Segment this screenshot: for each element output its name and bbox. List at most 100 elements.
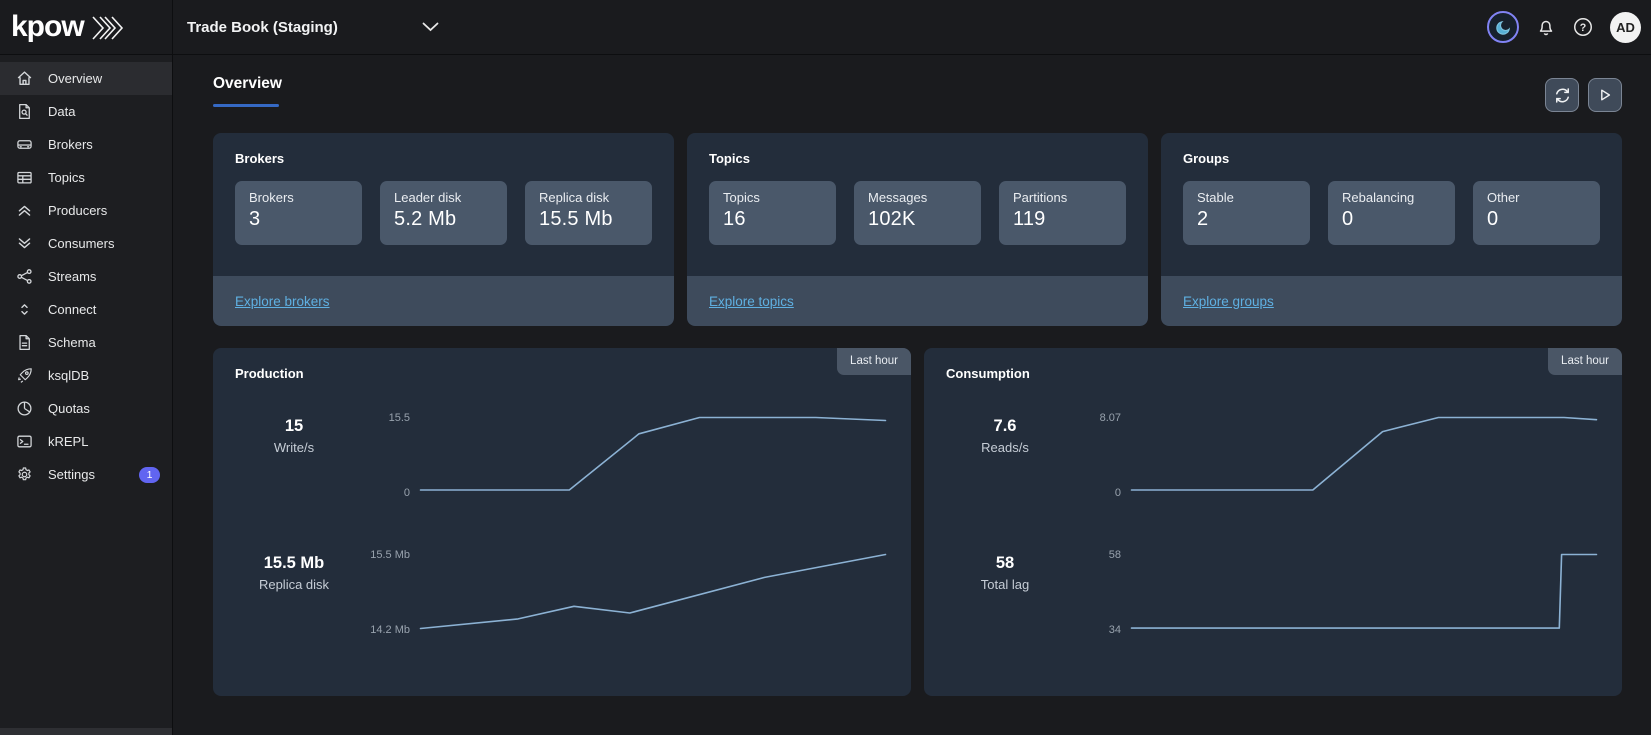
topbar: kpow Trade Book (Staging) <box>0 0 1651 55</box>
sidebar-item-label: kREPL <box>48 434 88 449</box>
sidebar-item-streams[interactable]: Streams <box>0 260 172 293</box>
sidebar-item-label: Overview <box>48 71 102 86</box>
sidebar-item-label: Streams <box>48 269 96 284</box>
sidebar-collapse-bar[interactable] <box>0 728 172 735</box>
groups-card: Groups Stable 2 Rebalancing 0 Other 0 <box>1161 133 1622 326</box>
reads-sparkline <box>1130 415 1598 494</box>
writes-chart-row: 15 Write/s 15.5 0 <box>235 415 887 494</box>
main-content: Overview Brokers <box>173 55 1651 735</box>
sidebar-item-label: Consumers <box>48 236 114 251</box>
sidebar-item-schema[interactable]: Schema <box>0 326 172 359</box>
card-title: Topics <box>709 151 1126 166</box>
settings-badge: 1 <box>139 467 160 483</box>
file-search-icon <box>16 103 33 120</box>
explore-groups-link[interactable]: Explore groups <box>1183 294 1274 309</box>
consumption-card: Last hour Consumption 7.6 Reads/s 8.07 0 <box>924 348 1622 696</box>
sidebar-item-label: Connect <box>48 302 96 317</box>
card-footer: Explore topics <box>687 276 1148 326</box>
sidebar-item-ksqldb[interactable]: ksqlDB <box>0 359 172 392</box>
y-axis-labels: 15.5 Mb 14.2 Mb <box>353 552 419 631</box>
stat-tile-brokers: Brokers 3 <box>235 181 362 245</box>
explore-brokers-link[interactable]: Explore brokers <box>235 294 330 309</box>
stat-tile-other: Other 0 <box>1473 181 1600 245</box>
play-icon <box>1597 87 1613 103</box>
replica-disk-chart-row: 15.5 Mb Replica disk 15.5 Mb 14.2 Mb <box>235 552 887 631</box>
stat-tile-messages: Messages 102K <box>854 181 981 245</box>
avatar[interactable]: AD <box>1610 12 1641 43</box>
app-root: kpow Trade Book (Staging) <box>0 0 1651 735</box>
environment-selector[interactable]: Trade Book (Staging) <box>187 19 439 36</box>
active-tab-underline <box>213 104 279 107</box>
sidebar-item-label: Schema <box>48 335 96 350</box>
logo-text: kpow <box>11 12 84 42</box>
total-lag-current-value: 58 Total lag <box>946 552 1064 631</box>
drive-icon <box>16 136 33 153</box>
table-icon <box>16 169 33 186</box>
sidebar-item-topics[interactable]: Topics <box>0 161 172 194</box>
sidebar-item-producers[interactable]: Producers <box>0 194 172 227</box>
pie-icon <box>16 400 33 417</box>
y-axis-labels: 58 34 <box>1064 552 1130 631</box>
card-footer: Explore groups <box>1161 276 1622 326</box>
stat-cards-row: Brokers Brokers 3 Leader disk 5.2 Mb Rep… <box>213 133 1622 326</box>
notifications-bell-icon[interactable] <box>1536 17 1556 37</box>
sparkline-chart <box>419 552 887 631</box>
time-range-tag: Last hour <box>1548 348 1622 375</box>
sparkline-chart <box>1130 552 1598 631</box>
writes-current-value: 15 Write/s <box>235 415 353 494</box>
sparkline-chart <box>1130 415 1598 494</box>
gear-icon <box>16 466 33 483</box>
logo-chevrons-icon <box>90 15 124 41</box>
card-footer: Explore brokers <box>213 276 674 326</box>
time-range-tag: Last hour <box>837 348 911 375</box>
refresh-button[interactable] <box>1545 78 1579 112</box>
sort-icon <box>16 301 33 318</box>
groups-tiles: Stable 2 Rebalancing 0 Other 0 <box>1183 181 1600 245</box>
terminal-icon <box>16 433 33 450</box>
sidebar-item-label: Producers <box>48 203 107 218</box>
chevron-down-icon <box>422 22 439 32</box>
explore-topics-link[interactable]: Explore topics <box>709 294 794 309</box>
replica-disk-current-value: 15.5 Mb Replica disk <box>235 552 353 631</box>
sidebar-item-connect[interactable]: Connect <box>0 293 172 326</box>
rocket-icon <box>16 367 33 384</box>
card-title: Production <box>235 366 887 381</box>
chevrons-up-icon <box>16 202 33 219</box>
sidebar-item-brokers[interactable]: Brokers <box>0 128 172 161</box>
topics-card: Topics Topics 16 Messages 102K Partition… <box>687 133 1148 326</box>
sidebar-item-consumers[interactable]: Consumers <box>0 227 172 260</box>
page-header: Overview <box>213 75 1622 112</box>
sidebar-item-label: ksqlDB <box>48 368 89 383</box>
theme-toggle-moon-icon[interactable] <box>1487 11 1519 43</box>
sidebar: Overview Data Brokers Topics Producers C… <box>0 55 173 735</box>
replica-disk-sparkline <box>419 552 887 631</box>
sidebar-item-settings[interactable]: Settings 1 <box>0 458 172 491</box>
sidebar-item-quotas[interactable]: Quotas <box>0 392 172 425</box>
reads-current-value: 7.6 Reads/s <box>946 415 1064 494</box>
brokers-tiles: Brokers 3 Leader disk 5.2 Mb Replica dis… <box>235 181 652 245</box>
document-icon <box>16 334 33 351</box>
sidebar-item-data[interactable]: Data <box>0 95 172 128</box>
y-axis-labels: 8.07 0 <box>1064 415 1130 494</box>
refresh-icon <box>1554 87 1571 104</box>
sidebar-item-krepl[interactable]: kREPL <box>0 425 172 458</box>
card-title: Groups <box>1183 151 1600 166</box>
y-axis-labels: 15.5 0 <box>353 415 419 494</box>
sidebar-item-label: Data <box>48 104 75 119</box>
home-icon <box>16 70 33 87</box>
total-lag-sparkline <box>1130 552 1598 631</box>
page-title: Overview <box>213 75 282 93</box>
tab-overview[interactable]: Overview <box>213 75 282 107</box>
card-title: Consumption <box>946 366 1598 381</box>
sidebar-item-overview[interactable]: Overview <box>0 62 172 95</box>
reads-chart-row: 7.6 Reads/s 8.07 0 <box>946 415 1598 494</box>
play-button[interactable] <box>1588 78 1622 112</box>
total-lag-chart-row: 58 Total lag 58 34 <box>946 552 1598 631</box>
header-actions <box>1545 78 1622 112</box>
logo: kpow <box>0 0 173 54</box>
chevrons-down-icon <box>16 235 33 252</box>
production-card: Last hour Production 15 Write/s 15.5 0 <box>213 348 911 696</box>
svg-text:?: ? <box>1580 22 1586 34</box>
sidebar-item-label: Settings <box>48 467 95 482</box>
help-icon[interactable]: ? <box>1573 17 1593 37</box>
